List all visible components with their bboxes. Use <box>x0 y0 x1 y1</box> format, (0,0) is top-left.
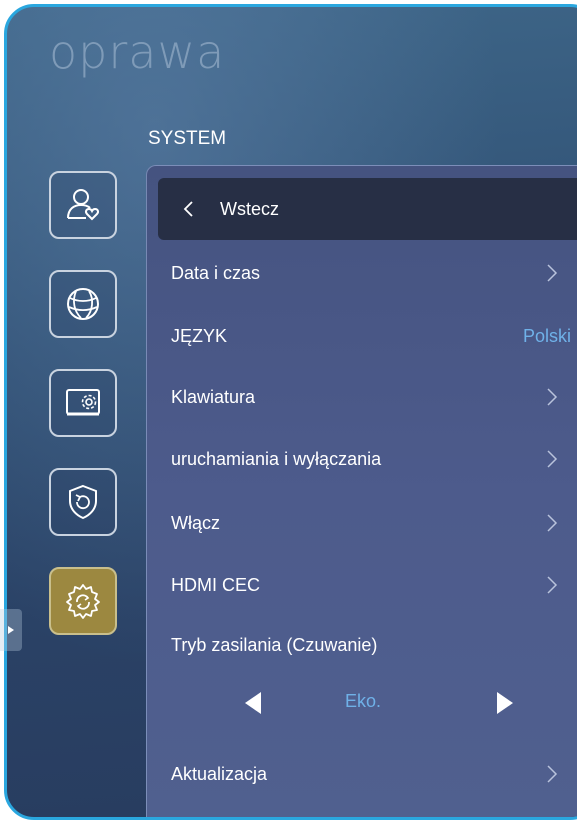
chevron-right-icon <box>547 388 558 406</box>
power-mode-value: Eko. <box>345 691 382 711</box>
triangle-right-icon[interactable] <box>495 691 515 715</box>
menu-item-label: Data i czas <box>171 262 261 283</box>
power-mode-selector[interactable]: Eko. <box>171 681 571 725</box>
menu-item-date-time[interactable]: Data i czas <box>171 253 571 293</box>
back-button[interactable]: Wstecz <box>158 178 577 240</box>
menu-item-label: Aktualizacja <box>171 763 268 784</box>
chevron-right-icon <box>547 450 558 468</box>
chevron-left-icon <box>183 201 193 217</box>
menu-item-label: uruchamiania i wyłączania <box>171 448 382 469</box>
caret-right-icon <box>8 626 14 634</box>
side-expand-handle[interactable] <box>0 609 22 651</box>
chevron-right-icon <box>547 264 558 282</box>
menu-item-update[interactable]: Aktualizacja <box>171 754 571 794</box>
chevron-right-icon <box>547 514 558 532</box>
sidebar-item-account[interactable] <box>49 171 117 239</box>
menu-item-label: Klawiatura <box>171 386 256 407</box>
sidebar-item-system[interactable] <box>49 567 117 635</box>
monitor-gear-icon <box>66 389 100 416</box>
menu-item-keyboard[interactable]: Klawiatura <box>171 377 571 417</box>
language-value: Polski <box>522 325 571 346</box>
menu-item-hdmi-cec[interactable]: HDMI CEC <box>171 565 571 605</box>
chevron-right-icon <box>547 765 558 783</box>
screen-frame: oprawa SYSTEM Wstecz Data i czas JĘZYK P… <box>4 4 577 820</box>
sidebar-item-security[interactable] <box>49 468 117 536</box>
settings-panel: Wstecz Data i czas JĘZYK Polski Klawiatu… <box>146 165 577 817</box>
menu-item-power-on[interactable]: Włącz <box>171 503 571 543</box>
gear-refresh-icon <box>66 584 100 619</box>
menu-item-label: HDMI CEC <box>171 574 260 595</box>
sidebar-item-network[interactable] <box>49 270 117 338</box>
chevron-right-icon <box>547 576 558 594</box>
menu-item-label: JĘZYK <box>171 325 228 346</box>
menu-item-startup-shutdown[interactable]: uruchamiania i wyłączania <box>171 439 571 479</box>
user-heart-icon <box>67 189 100 221</box>
globe-icon <box>67 288 99 320</box>
menu-item-power-mode: Tryb zasilania (Czuwanie) <box>171 625 571 665</box>
section-title: SYSTEM <box>148 128 227 149</box>
menu-item-label: Tryb zasilania (Czuwanie) <box>171 634 378 655</box>
menu-item-label: Włącz <box>171 512 220 533</box>
shield-refresh-icon <box>69 484 97 520</box>
sidebar-item-display-settings[interactable] <box>49 369 117 437</box>
back-label: Wstecz <box>220 198 280 219</box>
app-title: oprawa <box>49 25 226 79</box>
menu-item-language[interactable]: JĘZYK Polski <box>171 316 571 356</box>
triangle-left-icon[interactable] <box>243 691 263 715</box>
